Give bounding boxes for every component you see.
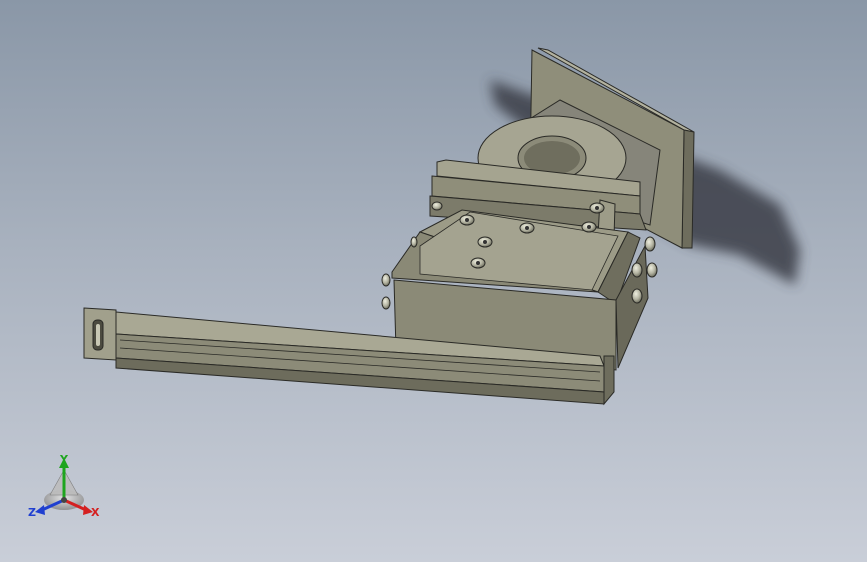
axis-z-label: Z [28, 506, 36, 519]
bolt [470, 257, 486, 269]
bolt [644, 236, 656, 252]
cad-scene: Y X Z [28, 47, 800, 519]
bolt [589, 202, 605, 214]
bolt [381, 296, 391, 310]
bolt [581, 221, 597, 233]
bolt [646, 262, 658, 278]
bolt [477, 236, 493, 248]
bolt [410, 236, 418, 248]
bolt [381, 273, 391, 287]
bolt [631, 288, 643, 304]
axis-triad[interactable]: Y X Z [28, 453, 100, 519]
cad-model-viewport[interactable]: Y X Z [0, 0, 867, 562]
axis-y-label: Y [59, 453, 69, 466]
bolt [631, 262, 643, 278]
bolt [519, 222, 535, 234]
bolt [431, 201, 443, 211]
axis-x-label: X [91, 506, 100, 519]
bolt [459, 214, 475, 226]
